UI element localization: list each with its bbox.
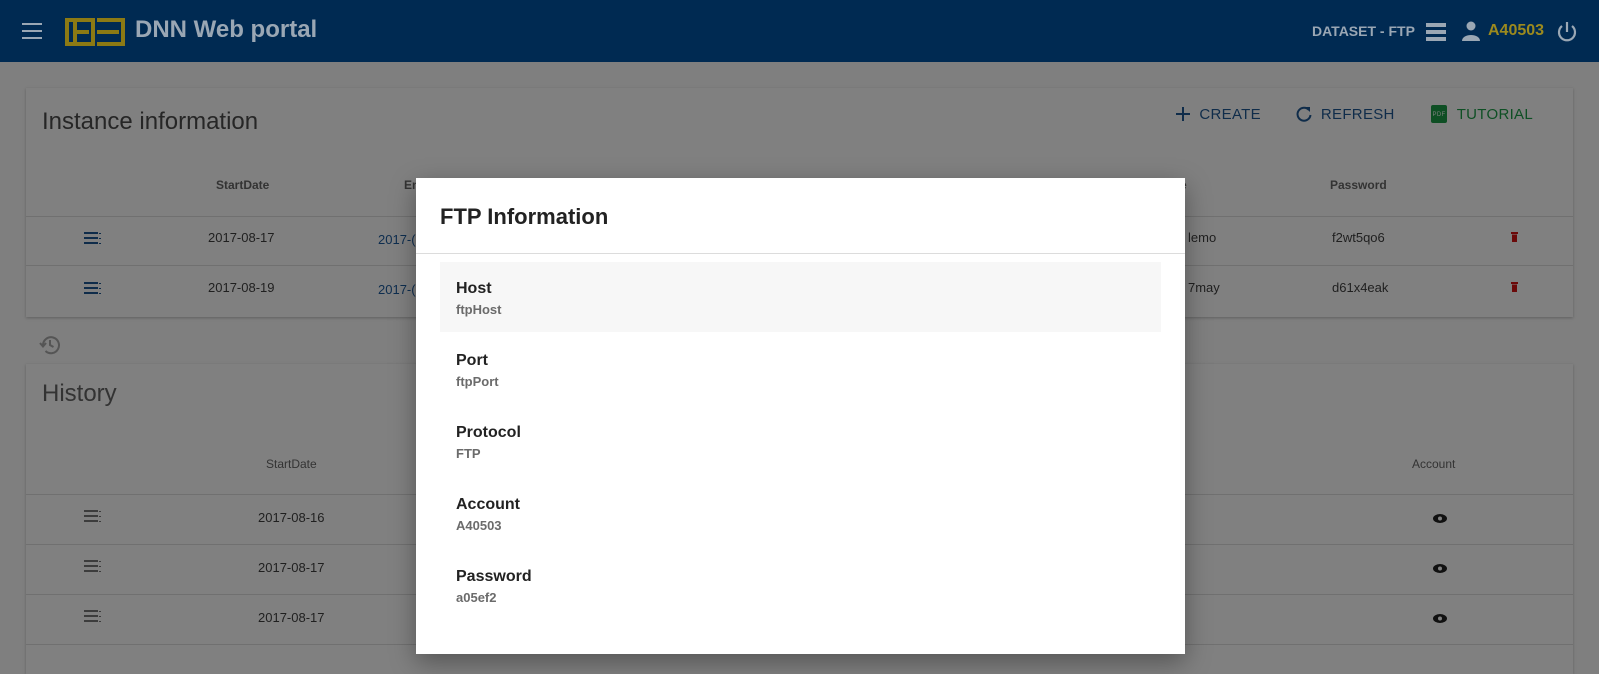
cell-enddate[interactable]: 2017-( — [378, 232, 416, 247]
power-icon[interactable] — [1556, 21, 1578, 43]
info-value: a05ef2 — [456, 590, 497, 605]
detail-list-icon[interactable] — [84, 232, 102, 244]
refresh-button[interactable]: REFRESH — [1295, 104, 1395, 124]
instance-title: Instance information — [42, 108, 259, 135]
info-item-password[interactable]: Password a05ef2 — [440, 550, 1161, 620]
cell-startdate: 2017-08-16 — [258, 510, 325, 525]
delete-icon[interactable] — [1511, 282, 1518, 292]
detail-list-icon[interactable] — [84, 560, 102, 572]
cell-startdate: 2017-08-19 — [208, 280, 275, 295]
detail-list-icon[interactable] — [84, 282, 102, 294]
info-item-host[interactable]: Host ftpHost — [440, 262, 1161, 332]
ftp-info-dialog: FTP Information Host ftpHost Port ftpPor… — [416, 178, 1185, 654]
detail-list-icon[interactable] — [84, 510, 102, 522]
refresh-icon — [1296, 106, 1312, 122]
col-header-startdate[interactable]: StartDate — [266, 457, 317, 471]
logo — [65, 18, 125, 46]
info-item-account[interactable]: Account A40503 — [440, 478, 1161, 548]
dialog-title: FTP Information — [440, 204, 609, 229]
username[interactable]: A40503 — [1488, 22, 1544, 40]
info-label: Port — [456, 352, 488, 369]
delete-icon[interactable] — [1511, 232, 1518, 242]
cell-startdate: 2017-08-17 — [258, 560, 325, 575]
dataset-icon[interactable] — [1426, 23, 1446, 41]
info-label: Account — [456, 496, 520, 513]
tutorial-label: TUTORIAL — [1456, 105, 1533, 123]
user-icon[interactable] — [1462, 21, 1480, 41]
info-value: FTP — [456, 446, 481, 461]
dialog-divider — [416, 253, 1185, 254]
tutorial-button[interactable]: PDF TUTORIAL — [1429, 104, 1533, 124]
app-title: DNN Web portal — [135, 16, 318, 43]
history-title: History — [42, 380, 117, 407]
refresh-label: REFRESH — [1320, 105, 1395, 123]
eye-icon[interactable] — [1433, 564, 1447, 573]
info-value: ftpPort — [456, 374, 499, 389]
cell-username: 7may — [1188, 280, 1220, 295]
cell-password: d61x4eak — [1332, 280, 1389, 295]
cell-password: f2wt5qo6 — [1332, 230, 1385, 245]
info-label: Password — [456, 568, 532, 585]
menu-icon[interactable] — [22, 23, 42, 39]
info-item-protocol[interactable]: Protocol FTP — [440, 406, 1161, 476]
eye-icon[interactable] — [1433, 514, 1447, 523]
detail-list-icon[interactable] — [84, 610, 102, 622]
plus-icon — [1176, 107, 1191, 121]
eye-icon[interactable] — [1433, 614, 1447, 623]
cell-username: lemo — [1188, 230, 1217, 245]
history-icon[interactable] — [39, 334, 61, 356]
cell-startdate: 2017-08-17 — [258, 610, 325, 625]
instance-actions: CREATE REFRESH PDF TUTORIAL — [1175, 104, 1533, 124]
col-header-password[interactable]: Password — [1330, 178, 1387, 192]
info-value: ftpHost — [456, 302, 502, 317]
dataset-label[interactable]: DATASET - FTP — [1312, 23, 1415, 39]
pdf-icon: PDF — [1430, 105, 1447, 123]
create-button[interactable]: CREATE — [1175, 104, 1261, 124]
info-label: Host — [456, 280, 492, 297]
top-app-bar: DNN Web portal DATASET - FTP A40503 — [0, 0, 1599, 62]
info-value: A40503 — [456, 518, 502, 533]
info-item-port[interactable]: Port ftpPort — [440, 334, 1161, 404]
cell-startdate: 2017-08-17 — [208, 230, 275, 245]
col-header-account[interactable]: Account — [1412, 457, 1455, 471]
svg-text:PDF: PDF — [1432, 112, 1445, 118]
cell-enddate[interactable]: 2017-( — [378, 282, 416, 297]
info-label: Protocol — [456, 424, 521, 441]
col-header-startdate[interactable]: StartDate — [216, 178, 269, 192]
create-label: CREATE — [1199, 105, 1261, 123]
